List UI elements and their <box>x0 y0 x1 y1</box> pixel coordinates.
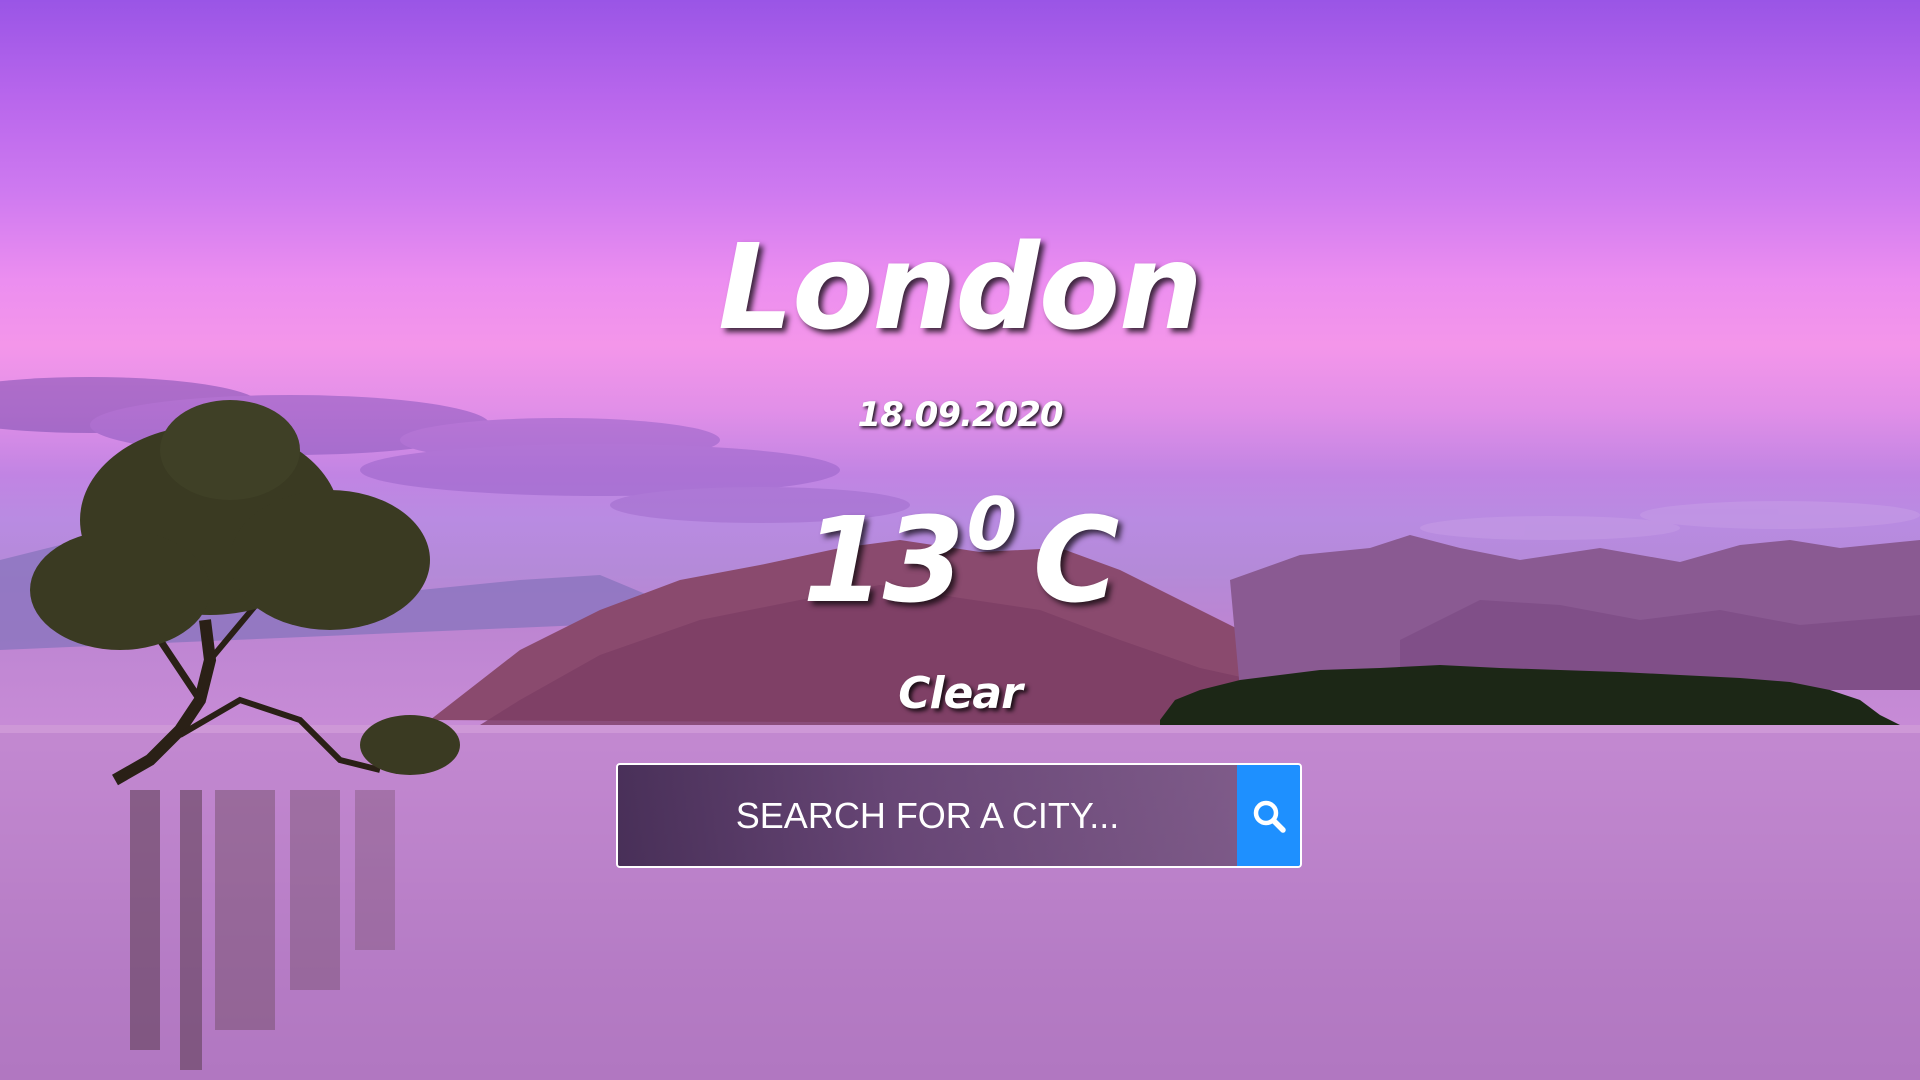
search-button[interactable] <box>1237 765 1300 866</box>
temperature-display: 130 C <box>0 488 1920 619</box>
weather-panel: London 18.09.2020 130 C Clear <box>0 0 1920 1080</box>
search-icon <box>1253 800 1286 833</box>
weather-condition: Clear <box>898 668 1023 719</box>
city-search-input[interactable] <box>618 765 1237 866</box>
temperature-value: 13 <box>802 491 965 629</box>
city-name: London <box>718 218 1203 356</box>
temperature-unit: C <box>1032 491 1120 629</box>
search-bar <box>616 763 1302 868</box>
date-label: 18.09.2020 <box>857 395 1063 435</box>
degree-symbol: 0 <box>966 482 1017 566</box>
